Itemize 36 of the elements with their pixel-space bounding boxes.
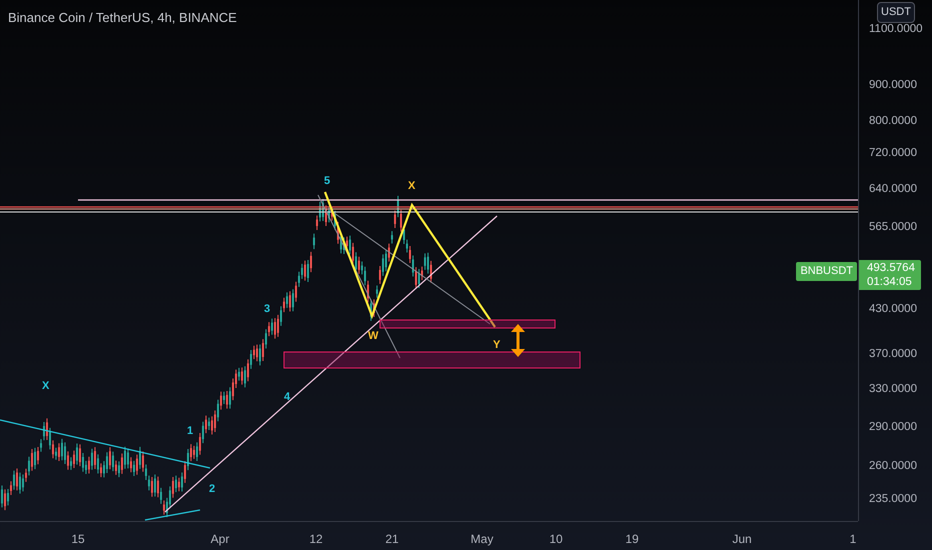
wave-label: 2 [209,484,216,495]
wave-label: W [368,331,378,342]
time-label: 1 [850,531,856,548]
time-label: Jun [732,531,752,548]
price-label: 720.0000 [869,148,917,160]
wave-label: X [42,381,50,392]
price-label: 290.0000 [869,422,917,434]
time-label: Apr [210,531,230,548]
currency-label: USDT [877,2,915,22]
wave-label: 5 [324,176,330,187]
wave-label: 3 [264,304,270,315]
price-label: 565.0000 [869,222,917,234]
time-label: 21 [385,531,399,548]
price-label: 1100.0000 [869,24,923,36]
price-label: 900.0000 [869,80,917,92]
time-label: 12 [309,531,323,548]
time-label: 10 [549,531,563,548]
time-label: 15 [71,531,85,548]
time-label: May [470,531,494,548]
wave-label: 1 [187,426,194,437]
price-label: 800.0000 [869,116,917,128]
price-label: 235.0000 [869,494,917,506]
price-label: 430.0000 [869,304,917,316]
wave-label: 4 [284,392,290,403]
price-label: 260.0000 [869,461,917,472]
countdown-timer: 01:34:05 [867,275,913,289]
price-label: 330.0000 [869,384,917,396]
wave-label: Y [493,340,500,351]
double-arrow-icon [511,324,525,357]
chart-title: Binance Coin / TetherUS, 4h, BINANCE [8,9,237,27]
symbol-tag: BNBUSDT [796,262,857,280]
price-label: 370.0000 [869,349,917,360]
price-label: 640.0000 [869,184,917,196]
wave-label: X [408,181,416,192]
time-label: 19 [625,531,639,548]
price-value: 493.5764 [867,261,916,275]
